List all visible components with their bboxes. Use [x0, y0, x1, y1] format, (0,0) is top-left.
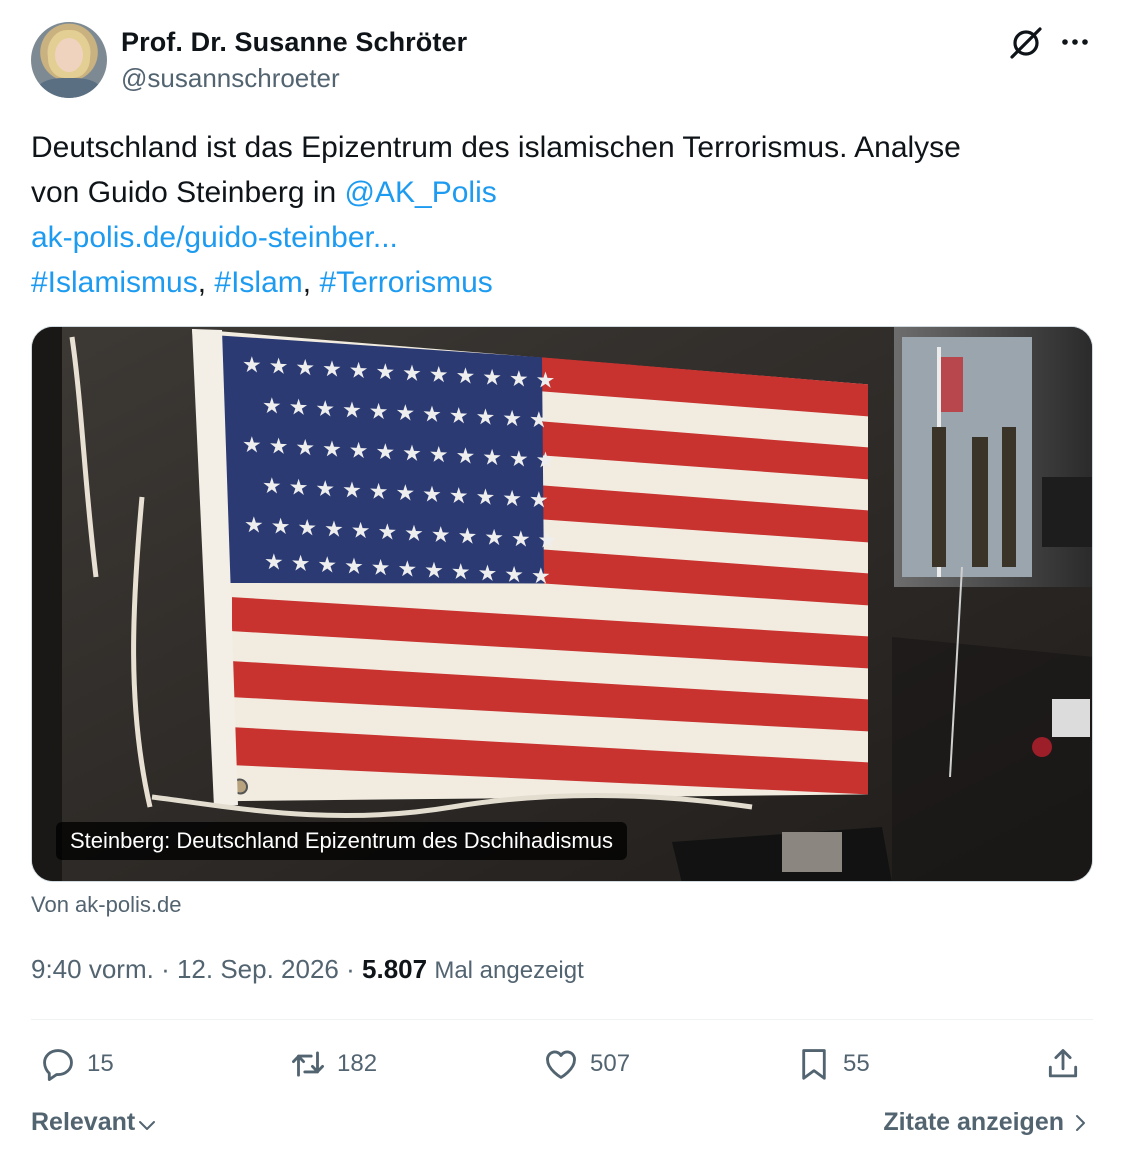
reply-button[interactable]: 15 — [39, 1042, 114, 1086]
quotes-label: Zitate anzeigen — [883, 1108, 1064, 1136]
card-source[interactable]: Von ak-polis.de — [31, 892, 181, 918]
retweet-icon — [292, 1051, 324, 1077]
tweet-text: Deutschland ist das Epizentrum des islam… — [31, 125, 1091, 305]
tweet-date[interactable]: 12. Sep. 2026 — [177, 954, 339, 984]
reply-count: 15 — [87, 1050, 114, 1077]
tweet-text-line1: Deutschland ist das Epizentrum des islam… — [31, 131, 961, 164]
flag: ★ ★ ★ ★ ★ ★ ★ ★ ★ ★ ★ ★ ★ ★ ★ ★ ★ ★ ★ ★ … — [192, 329, 868, 802]
tweet-time[interactable]: 9:40 vorm. — [31, 954, 154, 984]
retweet-button[interactable]: 182 — [289, 1042, 377, 1086]
hashtag-link[interactable]: #Islamismus — [31, 266, 198, 299]
url-link[interactable]: ak-polis.de/guido-steinber... — [31, 221, 398, 254]
meta-separator: · — [346, 954, 355, 984]
card-image: ★ ★ ★ ★ ★ ★ ★ ★ ★ ★ ★ ★ ★ ★ ★ ★ ★ ★ ★ ★ … — [32, 327, 1092, 881]
hashtag-link[interactable]: #Islam — [214, 266, 302, 299]
sort-label: Relevant — [31, 1108, 136, 1136]
like-button[interactable]: 507 — [542, 1042, 630, 1086]
mention-link[interactable]: @AK_Polis — [345, 176, 497, 209]
hashtag-link[interactable]: #Terrorismus — [319, 266, 492, 299]
bookmark-button[interactable]: 55 — [795, 1042, 870, 1086]
views-count: 5.807 — [362, 954, 428, 984]
meta-separator: · — [161, 954, 170, 984]
bookmark-count: 55 — [843, 1050, 870, 1077]
like-icon — [546, 1050, 576, 1079]
view-quotes-link[interactable]: Zitate anzeigen — [883, 1108, 1090, 1137]
views-label: Mal angezeigt — [434, 957, 584, 984]
retweet-count: 182 — [337, 1050, 378, 1077]
chevron-right-icon — [1076, 1114, 1085, 1131]
chevron-down-icon — [139, 1120, 156, 1130]
card-caption: Steinberg: Deutschland Epizentrum des Ds… — [56, 822, 627, 860]
link-card[interactable]: ★ ★ ★ ★ ★ ★ ★ ★ ★ ★ ★ ★ ★ ★ ★ ★ ★ ★ ★ ★ … — [31, 326, 1093, 882]
tweet-text-line2: von Guido Steinberg in — [31, 176, 345, 209]
reply-icon — [43, 1049, 73, 1081]
tweet-meta: 9:40 vorm. · 12. Sep. 2026 · 5.807 Mal a… — [31, 954, 584, 985]
grok-icon[interactable] — [1007, 24, 1045, 62]
like-count: 507 — [590, 1050, 631, 1077]
divider — [31, 1019, 1093, 1020]
display-name[interactable]: Prof. Dr. Susanne Schröter — [121, 27, 467, 58]
tweet: Prof. Dr. Susanne Schröter @susannschroe… — [0, 0, 1123, 1162]
sort-dropdown[interactable]: Relevant — [31, 1108, 157, 1137]
hashtag-separator: , — [302, 266, 312, 299]
more-icon[interactable] — [1057, 24, 1093, 60]
hashtag-separator: , — [197, 266, 207, 299]
share-button[interactable] — [1044, 1042, 1082, 1086]
share-icon — [1048, 1049, 1078, 1078]
handle[interactable]: @susannschroeter — [121, 63, 340, 94]
bookmark-icon — [802, 1049, 826, 1080]
avatar[interactable] — [31, 22, 107, 98]
